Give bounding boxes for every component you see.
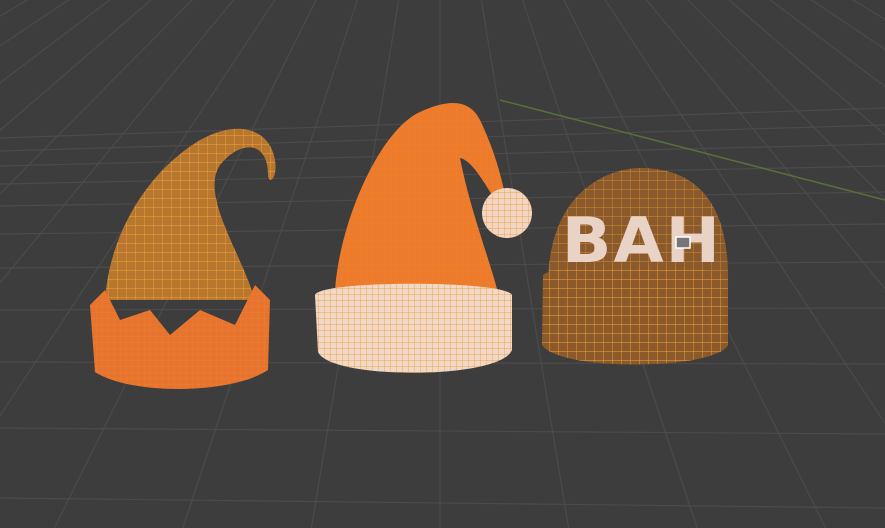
beanie-knit-text: BAH — [562, 204, 722, 277]
viewport-canvas[interactable]: BAH — [0, 0, 885, 528]
selected-face — [675, 236, 691, 249]
grid-line — [0, 427, 885, 435]
3d-viewport[interactable]: BAH — [0, 0, 885, 528]
santa-hat[interactable] — [315, 102, 532, 373]
grid-line — [0, 497, 885, 509]
elf-hat[interactable] — [90, 128, 276, 390]
